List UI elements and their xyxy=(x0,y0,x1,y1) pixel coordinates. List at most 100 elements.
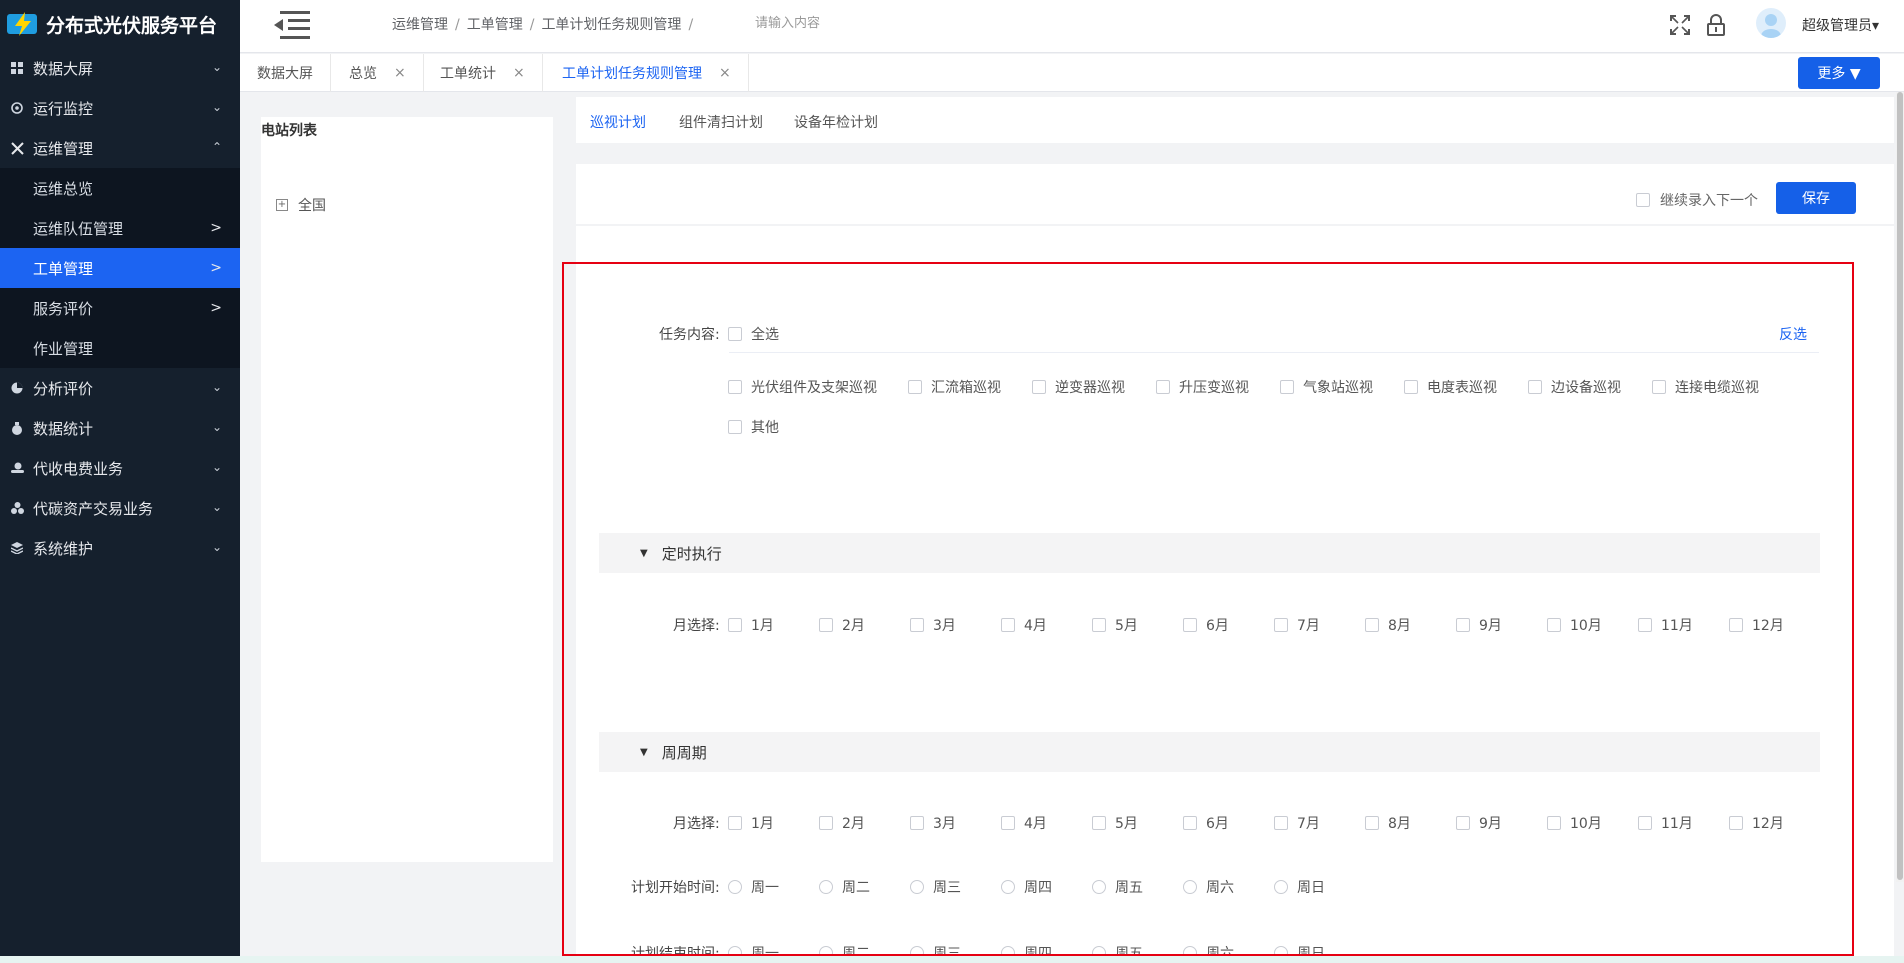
checkbox[interactable] xyxy=(910,618,924,632)
expand-icon[interactable]: + xyxy=(276,199,288,211)
checkbox[interactable] xyxy=(1547,816,1561,830)
month-checkbox[interactable]: 2月 xyxy=(819,615,865,635)
radio[interactable] xyxy=(1092,880,1106,894)
sidebar-item-system[interactable]: 系统维护 ⌄ xyxy=(0,528,240,568)
checkbox[interactable] xyxy=(1365,618,1379,632)
checkbox[interactable] xyxy=(1156,380,1170,394)
radio[interactable] xyxy=(1274,880,1288,894)
radio[interactable] xyxy=(819,880,833,894)
weekday-radio[interactable]: 周一 xyxy=(728,877,779,897)
checkbox[interactable] xyxy=(728,618,742,632)
tab-work-order-stats[interactable]: 工单统计 × xyxy=(423,54,543,92)
weekday-radio[interactable]: 周日 xyxy=(1274,943,1325,957)
weekday-radio[interactable]: 周五 xyxy=(1092,877,1143,897)
sidebar-item-ops-overview[interactable]: 运维总览 xyxy=(0,168,240,208)
task-checkbox[interactable]: 其他 xyxy=(728,417,779,437)
month-checkbox[interactable]: 9月 xyxy=(1456,813,1502,833)
checkbox[interactable] xyxy=(1001,816,1015,830)
breadcrumb-item[interactable]: 运维管理 xyxy=(392,17,448,33)
weekday-radio[interactable]: 周二 xyxy=(819,877,870,897)
checkbox[interactable] xyxy=(1729,618,1743,632)
weekday-radio[interactable]: 周二 xyxy=(819,943,870,957)
tab-cleaning-plan[interactable]: 组件清扫计划 xyxy=(679,112,763,132)
task-checkbox[interactable]: 连接电缆巡视 xyxy=(1652,377,1759,397)
month-checkbox[interactable]: 4月 xyxy=(1001,615,1047,635)
month-checkbox[interactable]: 2月 xyxy=(819,813,865,833)
checkbox[interactable] xyxy=(1638,816,1652,830)
checkbox[interactable] xyxy=(1183,816,1197,830)
weekday-radio[interactable]: 周日 xyxy=(1274,877,1325,897)
checkbox[interactable] xyxy=(1092,618,1106,632)
month-checkbox[interactable]: 4月 xyxy=(1001,813,1047,833)
tab-annual-inspection-plan[interactable]: 设备年检计划 xyxy=(794,112,878,132)
weekday-radio[interactable]: 周六 xyxy=(1183,943,1234,957)
task-checkbox[interactable]: 光伏组件及支架巡视 xyxy=(728,377,877,397)
close-icon[interactable]: × xyxy=(394,65,406,81)
task-checkbox[interactable]: 边设备巡视 xyxy=(1528,377,1621,397)
month-checkbox[interactable]: 11月 xyxy=(1638,813,1693,833)
checkbox[interactable] xyxy=(1274,816,1288,830)
checkbox[interactable] xyxy=(1456,618,1470,632)
checkbox[interactable] xyxy=(728,327,742,341)
month-checkbox[interactable]: 6月 xyxy=(1183,615,1229,635)
checkbox[interactable] xyxy=(1456,816,1470,830)
month-checkbox[interactable]: 5月 xyxy=(1092,813,1138,833)
month-checkbox[interactable]: 10月 xyxy=(1547,813,1602,833)
tab-patrol-plan[interactable]: 巡视计划 xyxy=(590,112,646,132)
checkbox[interactable] xyxy=(1365,816,1379,830)
breadcrumb-item[interactable]: 工单管理 xyxy=(467,17,523,33)
continue-entry-checkbox[interactable]: 继续录入下一个 xyxy=(1636,190,1758,210)
task-checkbox[interactable]: 汇流箱巡视 xyxy=(908,377,1001,397)
month-checkbox[interactable]: 1月 xyxy=(728,813,774,833)
task-checkbox[interactable]: 电度表巡视 xyxy=(1404,377,1497,397)
month-checkbox[interactable]: 6月 xyxy=(1183,813,1229,833)
checkbox[interactable] xyxy=(1280,380,1294,394)
invert-selection-link[interactable]: 反选 xyxy=(1779,324,1807,344)
weekday-radio[interactable]: 周三 xyxy=(910,877,961,897)
month-checkbox[interactable]: 12月 xyxy=(1729,615,1784,635)
checkbox[interactable] xyxy=(1636,193,1650,207)
month-checkbox[interactable]: 3月 xyxy=(910,615,956,635)
user-menu[interactable]: 超级管理员▾ xyxy=(1802,15,1879,35)
radio[interactable] xyxy=(1183,880,1197,894)
month-checkbox[interactable]: 5月 xyxy=(1092,615,1138,635)
month-checkbox[interactable]: 8月 xyxy=(1365,615,1411,635)
weekday-radio[interactable]: 周四 xyxy=(1001,877,1052,897)
task-checkbox[interactable]: 升压变巡视 xyxy=(1156,377,1249,397)
checkbox[interactable] xyxy=(728,816,742,830)
task-checkbox[interactable]: 逆变器巡视 xyxy=(1032,377,1125,397)
checkbox[interactable] xyxy=(1404,380,1418,394)
sidebar-item-data-screen[interactable]: 数据大屏 ⌄ xyxy=(0,48,240,88)
checkbox[interactable] xyxy=(819,816,833,830)
sidebar-item-work-orders[interactable]: 工单管理 > xyxy=(0,248,240,288)
month-checkbox[interactable]: 7月 xyxy=(1274,615,1320,635)
sidebar-item-analysis[interactable]: 分析评价 ⌄ xyxy=(0,368,240,408)
fullscreen-icon[interactable] xyxy=(1668,13,1692,37)
month-checkbox[interactable]: 7月 xyxy=(1274,813,1320,833)
weekday-radio[interactable]: 周一 xyxy=(728,943,779,957)
sidebar-item-carbon-trading[interactable]: 代碳资产交易业务 ⌄ xyxy=(0,488,240,528)
radio[interactable] xyxy=(728,880,742,894)
checkbox[interactable] xyxy=(1032,380,1046,394)
checkbox[interactable] xyxy=(728,380,742,394)
radio[interactable] xyxy=(1001,880,1015,894)
search-input[interactable] xyxy=(755,12,955,34)
radio[interactable] xyxy=(910,880,924,894)
section-weekly-cycle[interactable]: ▼ 周周期 xyxy=(599,732,1820,772)
checkbox[interactable] xyxy=(1638,618,1652,632)
tab-data-screen[interactable]: 数据大屏 xyxy=(240,54,331,92)
month-checkbox[interactable]: 3月 xyxy=(910,813,956,833)
close-icon[interactable]: × xyxy=(513,65,525,81)
month-checkbox[interactable]: 11月 xyxy=(1638,615,1693,635)
checkbox[interactable] xyxy=(1092,816,1106,830)
checkbox[interactable] xyxy=(1274,618,1288,632)
checkbox[interactable] xyxy=(819,618,833,632)
section-timed-execution[interactable]: ▼ 定时执行 xyxy=(599,533,1820,573)
close-icon[interactable]: × xyxy=(719,65,731,81)
checkbox[interactable] xyxy=(908,380,922,394)
tab-plan-rules[interactable]: 工单计划任务规则管理 × xyxy=(545,54,749,92)
task-checkbox[interactable]: 气象站巡视 xyxy=(1280,377,1373,397)
more-button[interactable]: 更多 ▼ xyxy=(1798,57,1880,89)
sidebar-item-statistics[interactable]: 数据统计 ⌄ xyxy=(0,408,240,448)
checkbox[interactable] xyxy=(1547,618,1561,632)
